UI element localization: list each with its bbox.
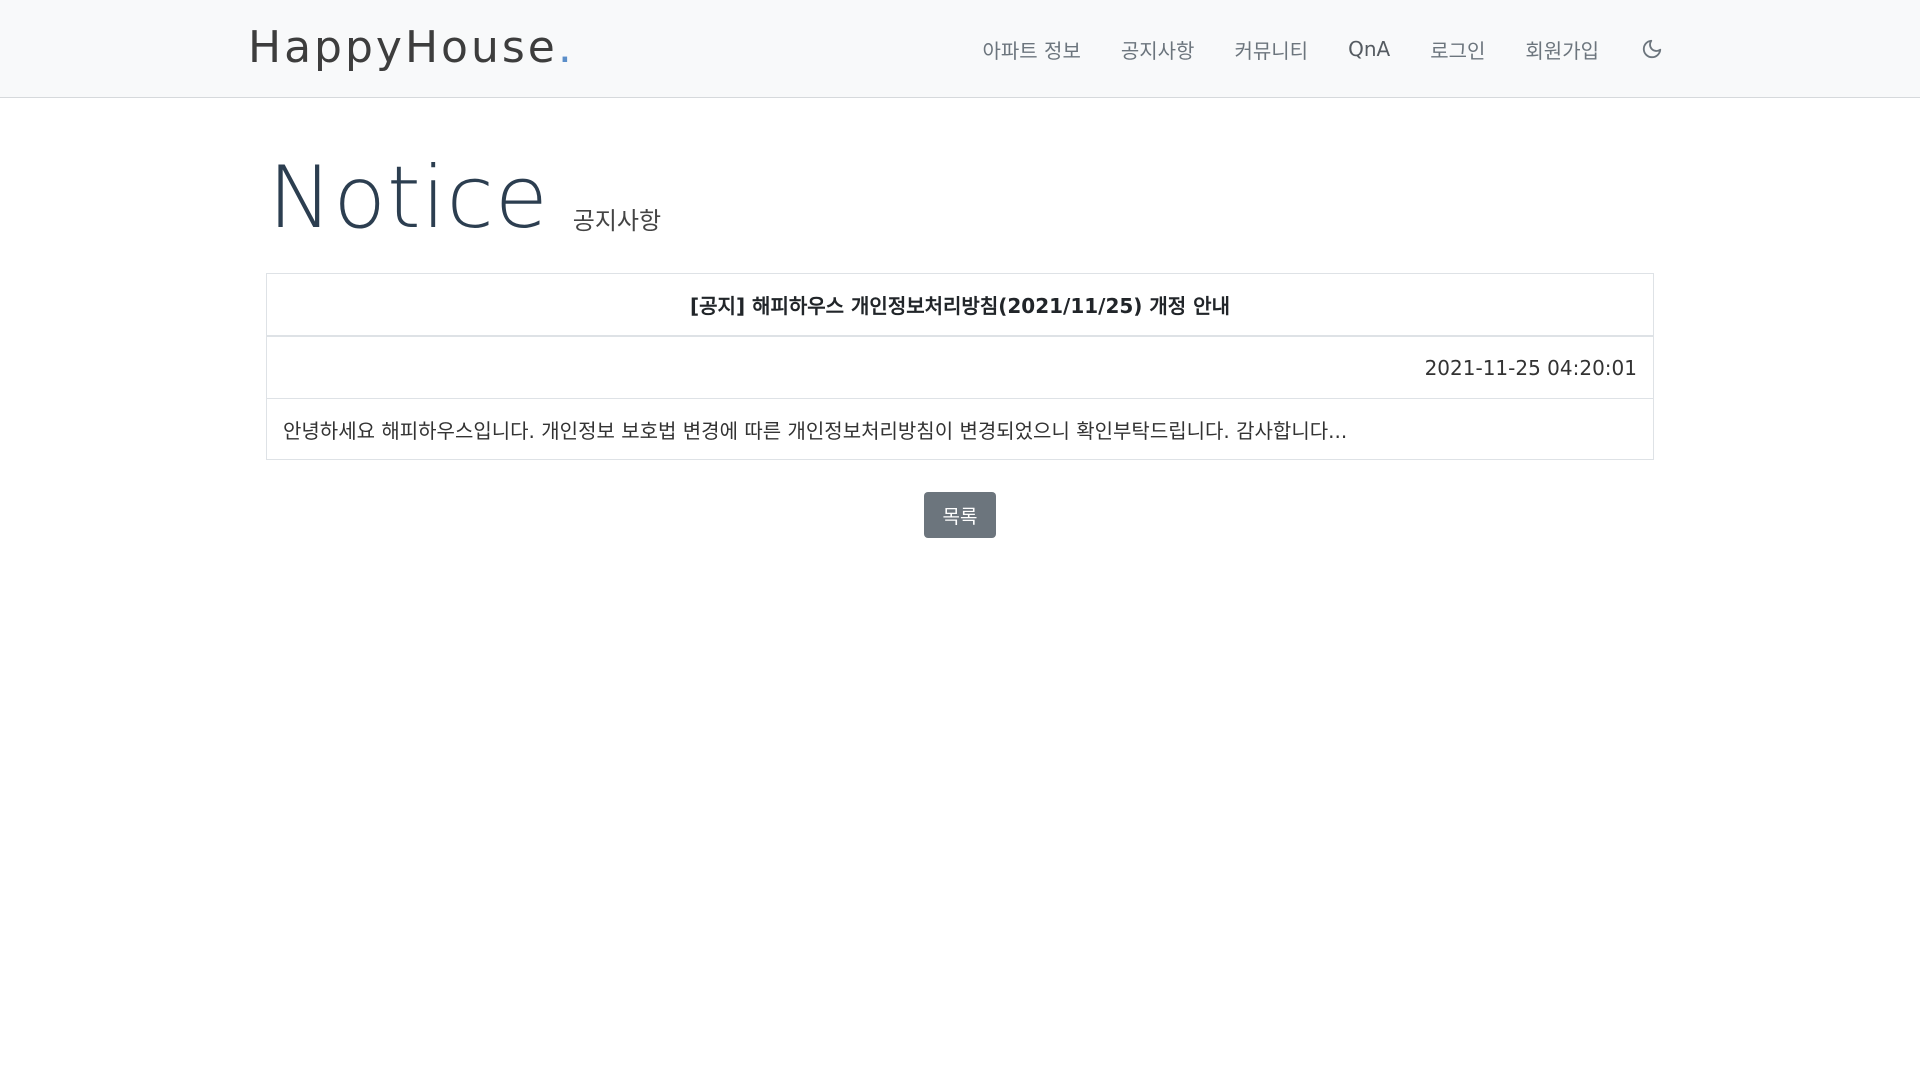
notice-detail-table: [공지] 해피하우스 개인정보처리방침(2021/11/25) 개정 안내 20… <box>266 273 1654 460</box>
brand-dot: . <box>557 22 575 73</box>
notice-content: 안녕하세요 해피하우스입니다. 개인정보 보호법 변경에 따른 개인정보처리방침… <box>283 418 1348 443</box>
page-title: Notice <box>268 148 549 248</box>
page-header: Notice 공지사항 <box>268 148 661 248</box>
list-button[interactable]: 목록 <box>924 492 996 538</box>
brand-text: HappyHouse <box>248 22 558 73</box>
navbar: HappyHouse. 아파트 정보 공지사항 커뮤니티 QnA 로그인 회원가… <box>0 0 1920 98</box>
nav-link-community[interactable]: 커뮤니티 <box>1214 35 1328 64</box>
page-subtitle: 공지사항 <box>572 207 662 235</box>
notice-date: 2021-11-25 04:20:01 <box>267 337 1653 399</box>
moon-icon[interactable] <box>1639 36 1665 62</box>
nav-link-apartment-info[interactable]: 아파트 정보 <box>963 35 1101 64</box>
nav-link-signup[interactable]: 회원가입 <box>1505 35 1619 64</box>
nav-link-qna[interactable]: QnA <box>1328 37 1410 61</box>
nav-links: 아파트 정보 공지사항 커뮤니티 QnA 로그인 회원가입 <box>963 0 1666 98</box>
nav-link-notice[interactable]: 공지사항 <box>1101 35 1215 64</box>
notice-title: [공지] 해피하우스 개인정보처리방침(2021/11/25) 개정 안내 <box>267 274 1653 337</box>
brand-logo[interactable]: HappyHouse. <box>248 20 575 76</box>
nav-link-login[interactable]: 로그인 <box>1410 35 1505 64</box>
